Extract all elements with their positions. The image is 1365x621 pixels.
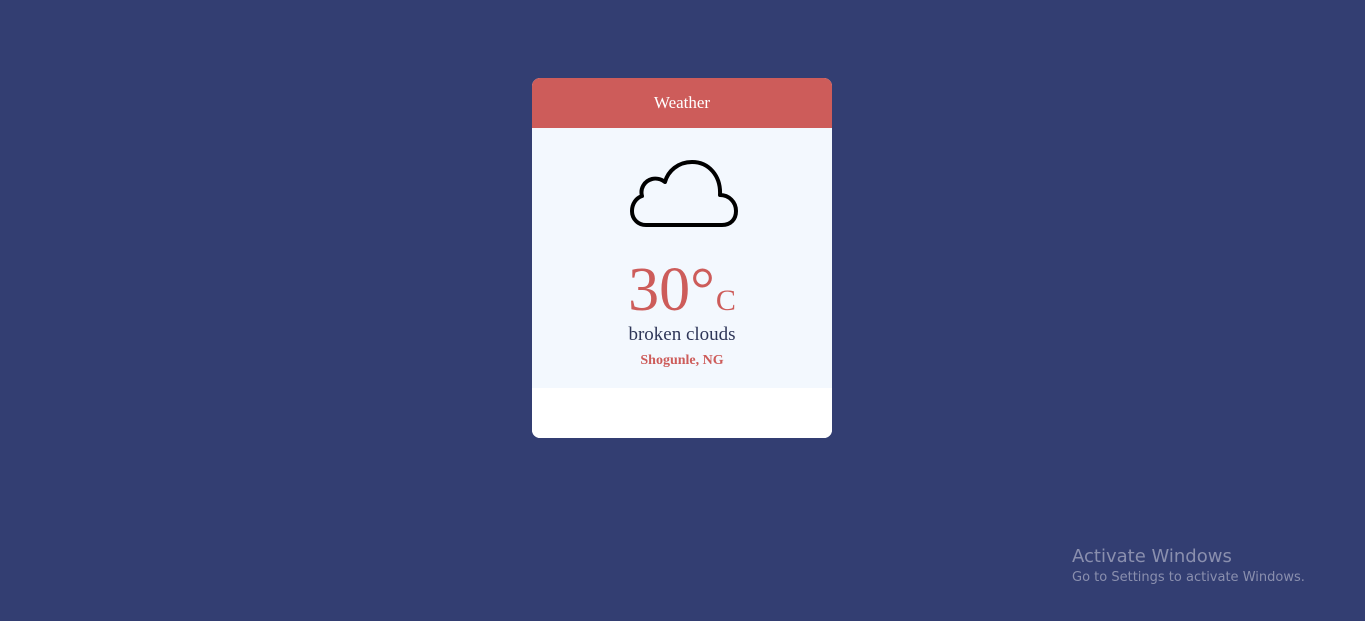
weather-card: Weather 30°C broken clouds — [532, 78, 832, 438]
card-footer — [532, 388, 832, 438]
watermark-title: Activate Windows — [1072, 546, 1232, 567]
temperature-value: 30° — [628, 256, 715, 324]
watermark-subtitle: Go to Settings to activate Windows. — [1072, 570, 1305, 585]
activate-windows-watermark: Activate Windows Go to Settings to activ… — [1072, 546, 1305, 587]
card-title: Weather — [653, 93, 711, 112]
weather-description: broken clouds — [628, 324, 736, 345]
cloud-icon — [630, 160, 738, 227]
card-header: Weather — [532, 78, 832, 128]
card-body: 30°C broken clouds — [532, 128, 832, 388]
location-label: Shogunle, NG — [640, 353, 724, 368]
temperature-unit: C — [715, 284, 736, 317]
temperature: 30°C — [532, 259, 832, 321]
